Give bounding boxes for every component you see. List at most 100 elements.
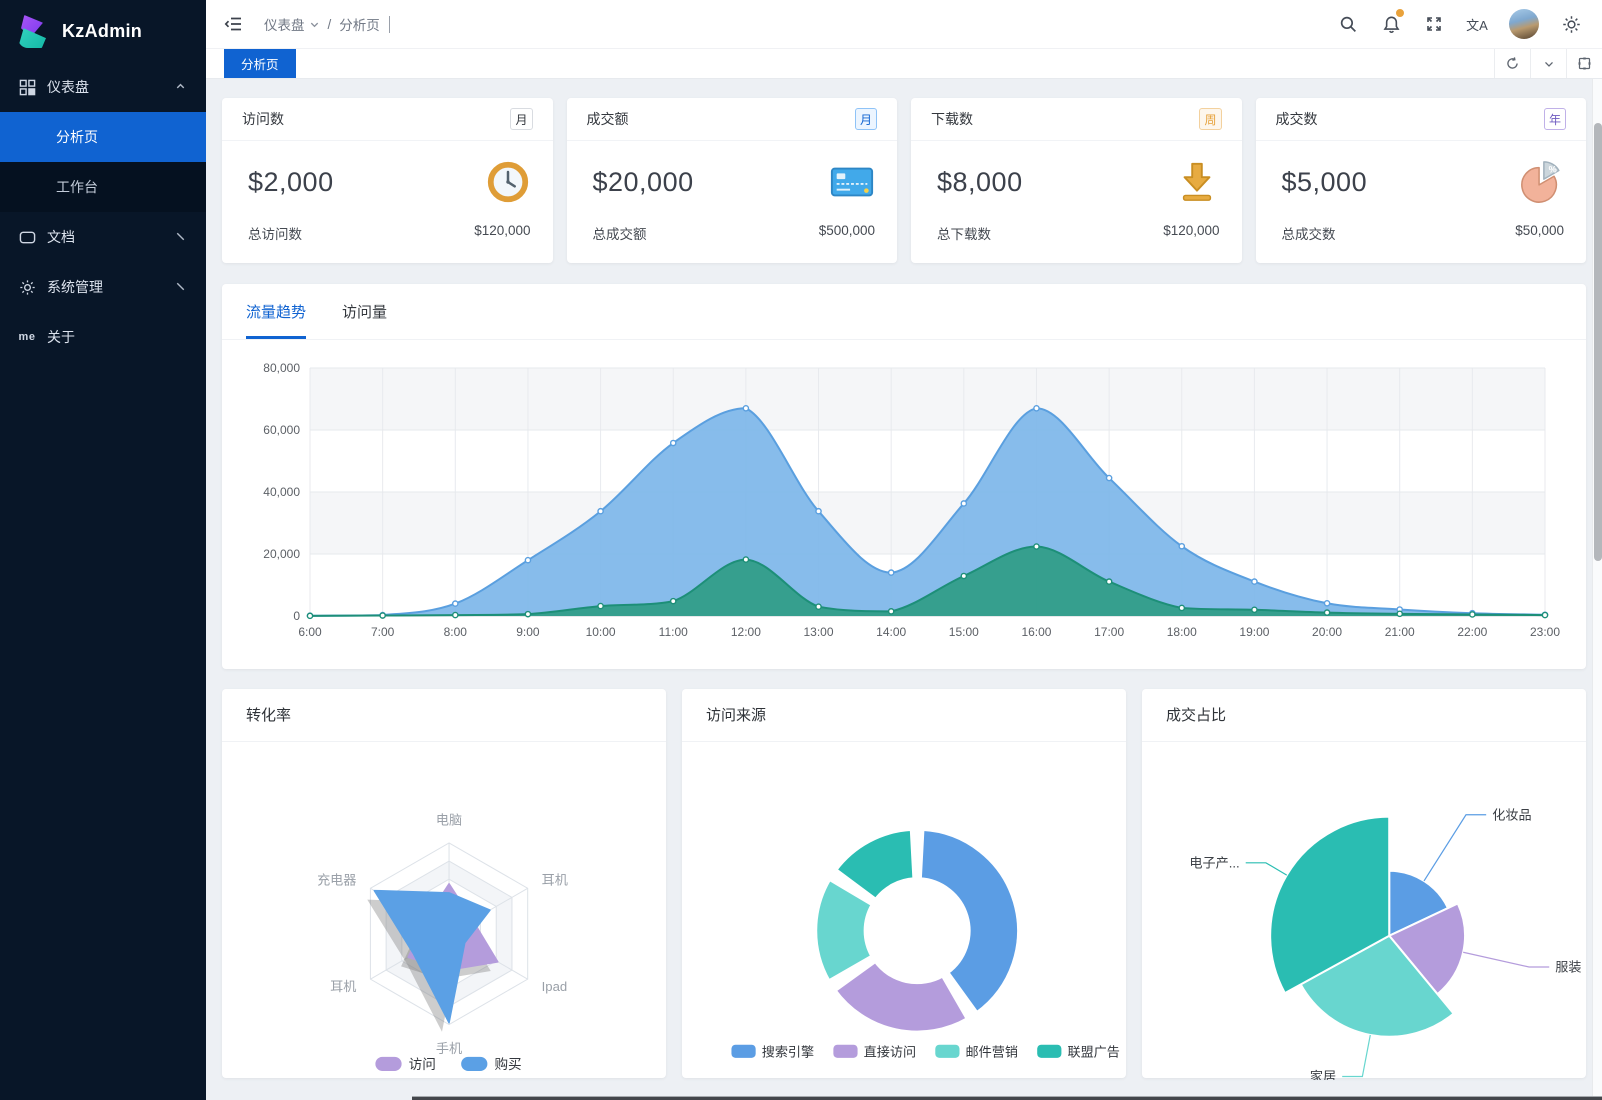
svg-text:8:00: 8:00	[444, 625, 468, 639]
svg-text:耳机: 耳机	[330, 979, 356, 994]
stat-card: 访问数月$2,000总访问数$120,000	[222, 98, 553, 263]
stat-footer-label: 总下载数	[937, 223, 991, 263]
user-avatar[interactable]	[1509, 9, 1539, 39]
svg-text:0: 0	[293, 609, 300, 623]
panel-title: 访问来源	[682, 689, 1126, 742]
stat-footer-label: 总成交数	[1282, 223, 1336, 263]
svg-text:电子产...: 电子产...	[1189, 855, 1239, 870]
stat-card-title: 成交数	[1276, 109, 1318, 129]
svg-text:60,000: 60,000	[263, 423, 300, 437]
trend-tab-1[interactable]: 访问量	[342, 284, 387, 339]
sidebar-item-label: 仪表盘	[47, 77, 174, 97]
traffic-trend-chart: 020,00040,00060,00080,0006:007:008:009:0…	[222, 340, 1586, 668]
svg-text:化妆品: 化妆品	[1492, 807, 1531, 822]
dashboard-icon	[18, 78, 36, 96]
svg-text:手机: 手机	[436, 1041, 462, 1056]
clock-icon	[485, 159, 531, 205]
stat-card-header: 成交数 年	[1256, 98, 1587, 141]
svg-text:40,000: 40,000	[263, 485, 300, 499]
stat-footer-label: 总成交额	[593, 223, 647, 263]
stat-card-title: 成交额	[587, 109, 629, 129]
stat-footer-value: $120,000	[1163, 223, 1219, 263]
menu-fold-icon[interactable]	[224, 14, 244, 34]
chevron-down-icon[interactable]	[1530, 49, 1566, 78]
stat-footer-label: 总访问数	[248, 223, 302, 263]
page-content: 访问数月$2,000总访问数$120,000成交额月$20,000总成交额$50…	[206, 79, 1602, 1100]
settings-gear-icon[interactable]	[1554, 7, 1588, 41]
svg-text:购买: 购买	[494, 1057, 521, 1072]
stat-card-title: 下载数	[931, 109, 973, 129]
svg-text:耳机: 耳机	[542, 872, 568, 887]
visit-source-panel: 访问来源 搜索引擎直接访问邮件营销联盟广告	[682, 689, 1126, 1078]
tab-analysis[interactable]: 分析页	[224, 49, 296, 78]
svg-text:邮件营销: 邮件营销	[966, 1044, 1018, 1059]
stat-cards-row: 访问数月$2,000总访问数$120,000成交额月$20,000总成交额$50…	[222, 98, 1586, 263]
conversion-panel: 转化率 电脑耳机Ipad手机耳机充电器访问购买	[222, 689, 666, 1078]
period-badge[interactable]: 月	[855, 108, 877, 130]
traffic-trend-card: 流量趋势访问量 020,00040,00060,00080,0006:007:0…	[222, 284, 1586, 669]
stat-card-header: 成交额 月	[567, 98, 898, 141]
sidebar-menu: 仪表盘分析页工作台文档系统管理me关于	[0, 62, 206, 362]
svg-text:23:00: 23:00	[1530, 625, 1560, 639]
bottom-strip	[412, 1096, 1602, 1100]
translate-icon[interactable]: 文A	[1460, 7, 1494, 41]
stat-card-body: $5,000%	[1256, 141, 1587, 223]
maximize-icon[interactable]	[1566, 49, 1602, 78]
stat-value: $5,000	[1282, 167, 1368, 198]
fullscreen-icon[interactable]	[1417, 7, 1451, 41]
sidebar-item-about[interactable]: me关于	[0, 312, 206, 362]
svg-text:18:00: 18:00	[1167, 625, 1197, 639]
svg-text:家居: 家居	[1310, 1068, 1336, 1080]
trend-tab-0[interactable]: 流量趋势	[246, 284, 306, 339]
svg-text:搜索引擎: 搜索引擎	[762, 1044, 814, 1059]
stat-card-footer: 总成交额$500,000	[567, 223, 898, 263]
bottom-panels-row: 转化率 电脑耳机Ipad手机耳机充电器访问购买 访问来源 搜索引擎直接访问邮件营…	[222, 689, 1586, 1078]
page-tabs: 分析页	[206, 49, 1602, 79]
stat-value: $2,000	[248, 167, 334, 198]
sidebar-item-analysis[interactable]: 分析页	[0, 112, 206, 162]
gear-icon	[18, 278, 36, 296]
scrollbar-thumb[interactable]	[1594, 123, 1602, 561]
stat-card-body: $2,000	[222, 141, 553, 223]
sidebar-item-docs[interactable]: 文档	[0, 212, 206, 262]
svg-text:20:00: 20:00	[1312, 625, 1342, 639]
stat-card: 成交额 月 $20,000 总成交额$500,000	[567, 98, 898, 263]
header-actions: 文A	[1331, 7, 1588, 41]
stat-value: $20,000	[593, 167, 694, 198]
stat-card-footer: 总成交数$50,000	[1256, 223, 1587, 263]
document-icon	[18, 228, 36, 246]
search-icon[interactable]	[1331, 7, 1365, 41]
period-badge[interactable]: 月	[510, 108, 532, 130]
svg-text:电脑: 电脑	[436, 813, 462, 828]
sidebar-item-system[interactable]: 系统管理	[0, 262, 206, 312]
breadcrumb-current: 分析页	[339, 14, 380, 34]
svg-text:80,000: 80,000	[263, 361, 300, 375]
breadcrumb-separator: /	[328, 17, 332, 32]
text-caret	[389, 16, 390, 33]
sidebar-item-label: 关于	[47, 327, 188, 347]
stat-card-body: $8,000	[911, 141, 1242, 223]
svg-text:服装: 服装	[1555, 960, 1581, 975]
svg-text:12:00: 12:00	[731, 625, 761, 639]
breadcrumb-root[interactable]: 仪表盘	[264, 14, 320, 34]
sidebar-item-workbench[interactable]: 工作台	[0, 162, 206, 212]
chevron-down-icon	[174, 280, 188, 294]
svg-text:17:00: 17:00	[1094, 625, 1124, 639]
panel-title: 转化率	[222, 689, 666, 742]
refresh-icon[interactable]	[1494, 49, 1530, 78]
download-icon	[1174, 159, 1220, 205]
notification-bell-icon[interactable]	[1374, 7, 1408, 41]
period-badge[interactable]: 周	[1199, 108, 1221, 130]
period-badge[interactable]: 年	[1544, 108, 1566, 130]
visit-source-donut-chart: 搜索引擎直接访问邮件营销联盟广告	[682, 742, 1126, 1080]
stat-value: $8,000	[937, 167, 1023, 198]
svg-text:19:00: 19:00	[1239, 625, 1269, 639]
stat-card-footer: 总下载数 $120,000	[911, 223, 1242, 263]
svg-text:10:00: 10:00	[586, 625, 616, 639]
sidebar-item-dashboard[interactable]: 仪表盘	[0, 62, 206, 112]
svg-text:Ipad: Ipad	[542, 979, 568, 994]
chevron-down-icon	[174, 230, 188, 244]
page-scrollbar[interactable]	[1592, 79, 1602, 1100]
svg-text:14:00: 14:00	[876, 625, 906, 639]
svg-text:访问: 访问	[409, 1057, 436, 1072]
